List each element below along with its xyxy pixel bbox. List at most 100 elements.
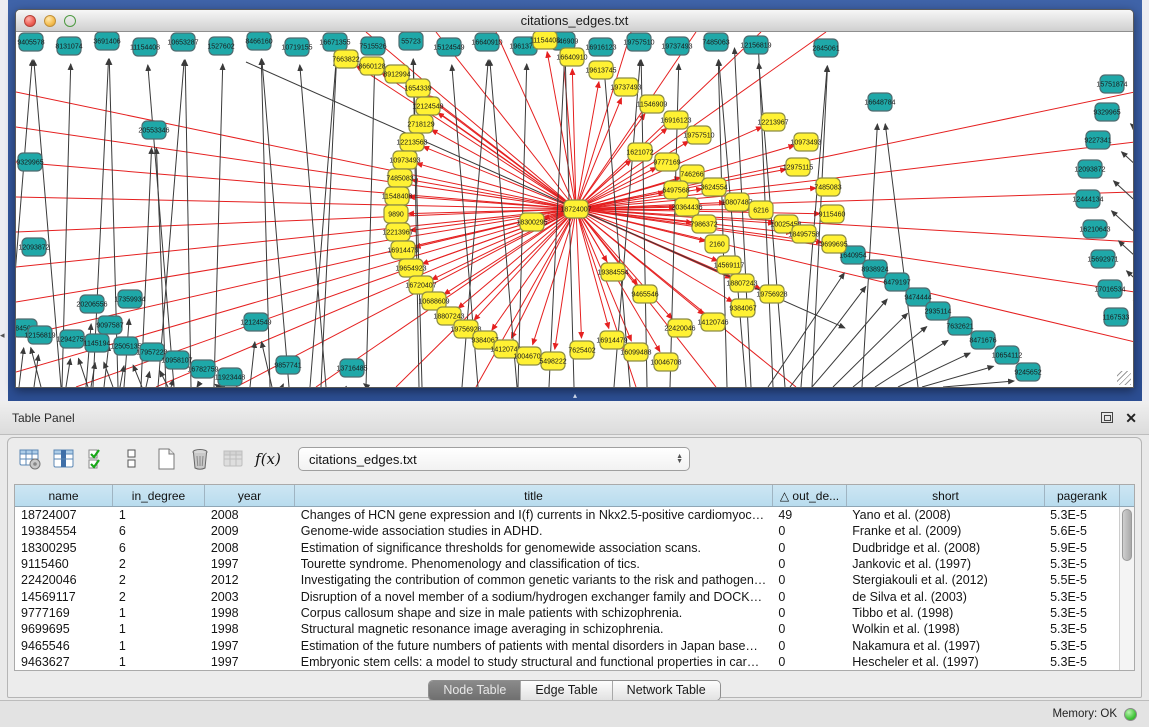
table-settings-button[interactable] xyxy=(16,445,44,473)
graph-edge[interactable] xyxy=(576,209,1133,342)
graph-node-selected[interactable]: 746266 xyxy=(680,165,704,183)
graph-edge[interactable] xyxy=(250,342,255,387)
graph-node-selected[interactable]: 1621072 xyxy=(626,143,653,161)
graph-node[interactable]: 16648784 xyxy=(864,93,895,111)
graph-node-selected[interactable]: 12213563 xyxy=(396,133,427,151)
graph-node[interactable]: 2935114 xyxy=(925,302,952,320)
graph-node-selected[interactable]: 8660128 xyxy=(358,57,385,75)
graph-node[interactable]: 11923448 xyxy=(215,368,246,386)
graph-edge[interactable] xyxy=(943,381,1014,387)
graph-edge[interactable] xyxy=(576,209,581,338)
graph-node-selected[interactable]: 22420046 xyxy=(664,319,695,337)
graph-node[interactable]: 55723 xyxy=(399,32,423,50)
column-header-out_de[interactable]: △ out_de... xyxy=(773,485,847,506)
graph-node-selected[interactable]: 19757510 xyxy=(683,126,714,144)
graph-node-selected[interactable]: 19756928 xyxy=(756,285,787,303)
graph-node-selected[interactable]: 16640910 xyxy=(556,48,587,66)
graph-node-selected[interactable]: 7625402 xyxy=(568,341,595,359)
graph-edge[interactable] xyxy=(1114,181,1133,247)
graph-edge[interactable] xyxy=(576,209,1133,242)
graph-node[interactable]: 13716485 xyxy=(336,359,367,377)
graph-node[interactable]: 7485063 xyxy=(702,33,729,51)
float-panel-icon[interactable] xyxy=(1101,412,1113,423)
graph-edge[interactable] xyxy=(833,313,907,387)
graph-edge[interactable] xyxy=(734,48,751,387)
graph-node[interactable]: 15692971 xyxy=(1087,250,1118,268)
graph-node-selected[interactable]: 9777169 xyxy=(653,153,680,171)
graph-node[interactable]: 1167533 xyxy=(1103,308,1130,326)
table-row[interactable]: 2242004622012Investigating the contribut… xyxy=(15,572,1119,588)
graph-node[interactable]: 1145194 xyxy=(84,334,111,352)
splitter-handle-icon[interactable]: ▴ xyxy=(573,391,578,400)
graph-node-selected[interactable]: 7485083 xyxy=(814,178,841,196)
delete-table-button[interactable] xyxy=(220,445,248,473)
graph-node[interactable]: 20553346 xyxy=(138,121,169,139)
graph-node[interactable]: 19757510 xyxy=(623,33,654,51)
column-header-name[interactable]: name xyxy=(15,485,113,506)
graph-edge[interactable] xyxy=(246,62,845,328)
graph-node-selected[interactable]: 12213967 xyxy=(382,223,413,241)
graph-node[interactable]: 2845061 xyxy=(812,39,839,57)
graph-edge[interactable] xyxy=(215,384,219,387)
graph-node[interactable]: 8466160 xyxy=(245,32,272,50)
citation-network-graph[interactable]: 9405578813107436914061115440810653287152… xyxy=(16,32,1133,387)
graph-edge[interactable] xyxy=(898,353,970,387)
graph-node[interactable]: 9329965 xyxy=(1093,103,1120,121)
tab-network-table[interactable]: Network Table xyxy=(612,681,720,700)
table-row[interactable]: 946362711997Embryonic stem cells: a mode… xyxy=(15,654,1119,670)
graph-node-selected[interactable]: 1654339 xyxy=(404,79,431,97)
graph-edge[interactable] xyxy=(34,355,38,387)
graph-edge[interactable] xyxy=(282,384,283,387)
graph-node[interactable]: 12156819 xyxy=(24,326,55,344)
graph-node[interactable]: 8131074 xyxy=(55,37,82,55)
graph-edge[interactable] xyxy=(185,60,191,387)
graph-edge[interactable] xyxy=(158,60,184,387)
graph-node[interactable]: 3691406 xyxy=(93,32,120,50)
graph-node-selected[interactable]: 12975115 xyxy=(783,158,814,176)
row-height-button[interactable] xyxy=(118,445,146,473)
function-builder-button[interactable]: f(x) xyxy=(254,445,282,473)
graph-node[interactable]: 10654112 xyxy=(992,346,1023,364)
graph-node[interactable]: 12156819 xyxy=(740,36,771,54)
graph-node[interactable]: 6479197 xyxy=(883,273,910,291)
graph-edge[interactable] xyxy=(16,162,576,209)
network-window-titlebar[interactable]: citations_edges.txt xyxy=(16,10,1133,32)
graph-node-selected[interactable]: 18495758 xyxy=(788,225,819,243)
graph-node-selected[interactable]: 10807487 xyxy=(721,193,752,211)
graph-node[interactable]: 9097587 xyxy=(96,316,123,334)
graph-node-selected[interactable]: 9699695 xyxy=(820,235,847,253)
graph-edge[interactable] xyxy=(1127,271,1133,337)
show-column-button[interactable] xyxy=(50,445,78,473)
table-scrollbar[interactable] xyxy=(1119,507,1134,670)
graph-edge[interactable] xyxy=(16,127,576,209)
graph-edge[interactable] xyxy=(576,142,1133,209)
graph-node-selected[interactable]: 16914479 xyxy=(387,241,418,259)
graph-edge[interactable] xyxy=(146,372,150,387)
graph-node-selected[interactable]: 16916123 xyxy=(660,111,691,129)
graph-node-selected[interactable]: 2160 xyxy=(705,235,729,253)
graph-node[interactable]: 8471676 xyxy=(969,331,996,349)
graph-node[interactable]: 16671355 xyxy=(319,33,350,51)
graph-node-selected[interactable]: 16720407 xyxy=(405,276,436,294)
table-row[interactable]: 911546021997Tourette syndrome. Phenomeno… xyxy=(15,556,1119,572)
graph-node[interactable]: 1527602 xyxy=(207,37,234,55)
network-canvas[interactable]: 9405578813107436914061115440810653287152… xyxy=(16,32,1133,387)
graph-edge[interactable] xyxy=(300,65,326,387)
graph-node[interactable]: 7632621 xyxy=(946,317,973,335)
graph-node-selected[interactable]: 9465546 xyxy=(631,285,658,303)
graph-node[interactable]: 20206556 xyxy=(76,295,107,313)
graph-node-selected[interactable]: 7986372 xyxy=(690,215,717,233)
graph-edge[interactable] xyxy=(412,180,576,209)
graph-node[interactable]: 16640910 xyxy=(471,33,502,51)
graph-node-selected[interactable]: 5498222 xyxy=(539,352,566,370)
graph-edge[interactable] xyxy=(436,32,576,209)
graph-node[interactable]: 15751874 xyxy=(1096,75,1127,93)
new-column-button[interactable] xyxy=(152,445,180,473)
graph-edge[interactable] xyxy=(366,64,375,387)
graph-edge[interactable] xyxy=(1122,152,1133,218)
scrollbar-thumb[interactable] xyxy=(1122,509,1132,561)
table-row[interactable]: 1456911722003Disruption of a novel membe… xyxy=(15,588,1119,604)
graph-node-selected[interactable]: 19613745 xyxy=(585,61,616,79)
graph-node[interactable]: 17359934 xyxy=(114,290,145,308)
graph-node-selected[interactable]: 10973493 xyxy=(389,151,420,169)
